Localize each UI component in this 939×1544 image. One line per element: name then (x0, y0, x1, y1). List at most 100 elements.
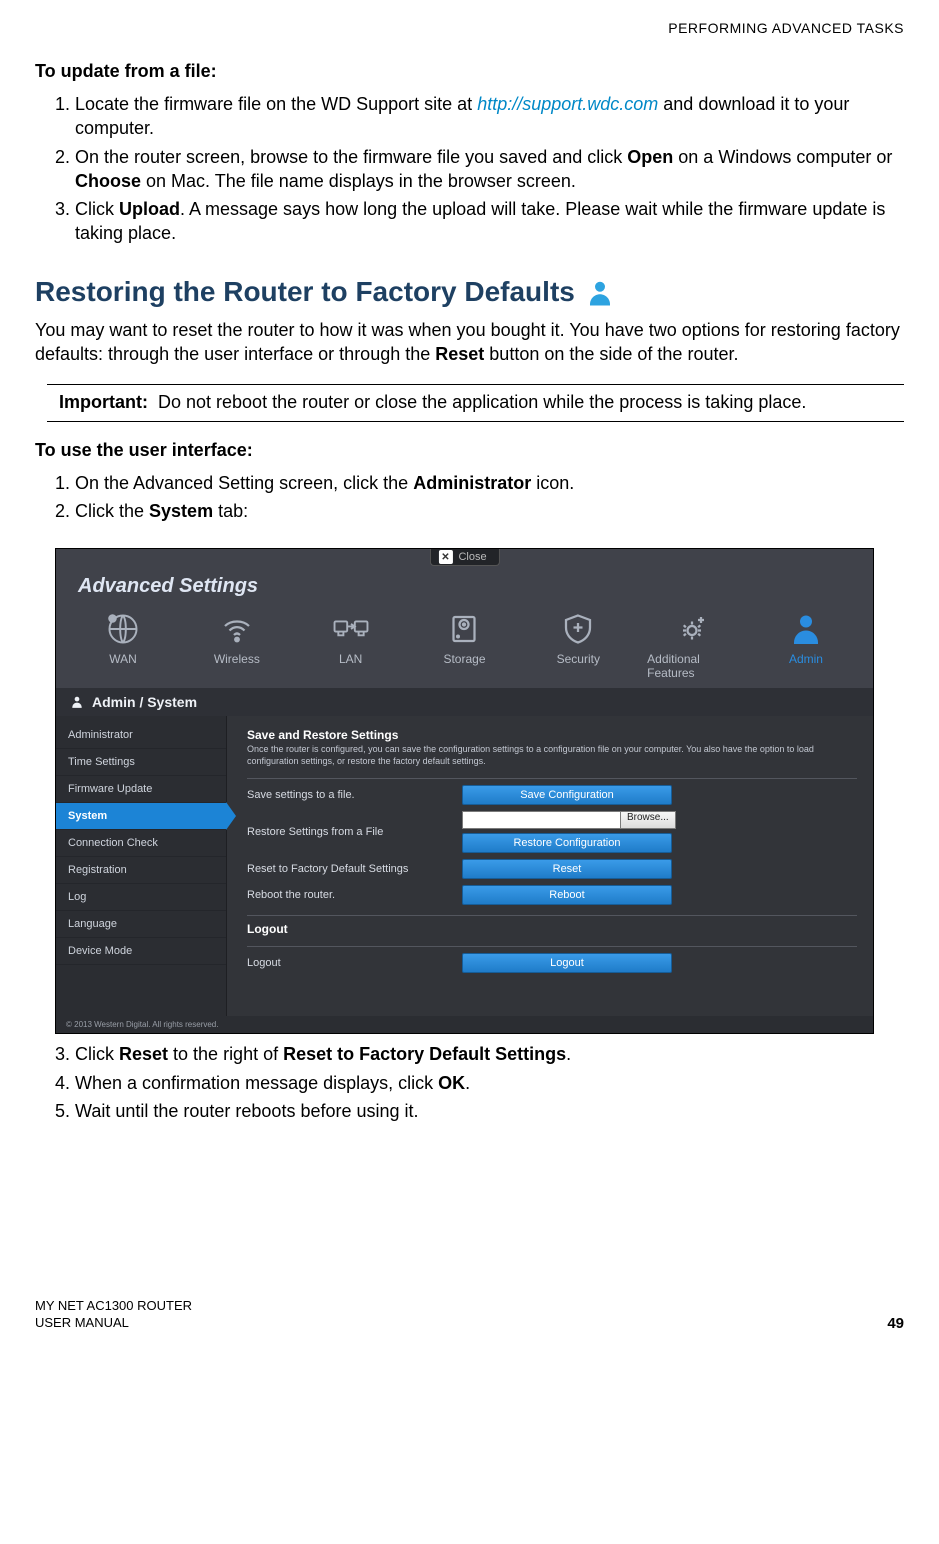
admin-main-panel: Save and Restore Settings Once the route… (227, 716, 873, 1016)
important-label: Important: (59, 391, 148, 414)
logout-label: Logout (247, 957, 462, 969)
page-number: 49 (887, 1315, 904, 1332)
logout-title: Logout (247, 922, 857, 936)
sidebar-item-connection-check[interactable]: Connection Check (56, 830, 226, 857)
browse-button[interactable]: Browse... (620, 811, 676, 829)
ui-step-4-b: OK (438, 1073, 465, 1093)
screenshot-copyright: © 2013 Western Digital. All rights reser… (56, 1016, 873, 1033)
step-2-e: on Mac. The file name displays in the br… (141, 171, 576, 191)
ui-step-5: Wait until the router reboots before usi… (75, 1099, 904, 1123)
step-3: Click Upload. A message says how long th… (75, 197, 904, 246)
nav-lan-label: LAN (339, 652, 362, 666)
use-ui-steps-pre: On the Advanced Setting screen, click th… (37, 471, 904, 524)
use-ui-steps-post: Click Reset to the right of Reset to Fac… (37, 1042, 904, 1123)
nav-wan[interactable]: WAN (78, 610, 168, 680)
restore-intro: You may want to reset the router to how … (35, 318, 904, 367)
reboot-button[interactable]: Reboot (462, 885, 672, 905)
ui-step-3: Click Reset to the right of Reset to Fac… (75, 1042, 904, 1066)
close-icon[interactable]: ✕ (438, 550, 452, 564)
ui-step-4: When a confirmation message displays, cl… (75, 1071, 904, 1095)
support-link[interactable]: http://support.wdc.com (477, 94, 658, 114)
sidebar-item-system[interactable]: System (56, 803, 226, 830)
nav-storage-label: Storage (443, 652, 485, 666)
nav-security[interactable]: Security (533, 610, 623, 680)
screenshot-title: Advanced Settings (56, 567, 873, 610)
sidebar-item-device-mode[interactable]: Device Mode (56, 938, 226, 965)
wifi-icon (218, 610, 256, 648)
restore-intro-b: Reset (435, 344, 484, 364)
restore-file-input[interactable] (462, 811, 620, 829)
reset-button[interactable]: Reset (462, 859, 672, 879)
router-ui-screenshot: ✕ Close Advanced Settings WAN Wireless L… (55, 548, 874, 1034)
page-section-header: PERFORMING ADVANCED TASKS (35, 20, 904, 36)
step-2: On the router screen, browse to the firm… (75, 145, 904, 194)
ui-step-3-d: Reset to Factory Default Settings (283, 1044, 566, 1064)
ui-step-4-a: When a confirmation message displays, cl… (75, 1073, 438, 1093)
ui-step-2-c: tab: (213, 501, 248, 521)
sidebar-item-firmware[interactable]: Firmware Update (56, 776, 226, 803)
save-configuration-button[interactable]: Save Configuration (462, 785, 672, 805)
globe-gear-icon (104, 610, 142, 648)
reboot-label: Reboot the router. (247, 889, 462, 901)
close-tab[interactable]: ✕ Close (429, 549, 499, 566)
sidebar-item-log[interactable]: Log (56, 884, 226, 911)
nav-security-label: Security (557, 652, 600, 666)
ui-step-1-b: Administrator (413, 473, 531, 493)
sidebar-item-language[interactable]: Language (56, 911, 226, 938)
ui-step-2-a: Click the (75, 501, 149, 521)
step-2-b: Open (627, 147, 673, 167)
logout-button[interactable]: Logout (462, 953, 672, 973)
breadcrumb: Admin / System (56, 688, 873, 716)
gear-plus-icon (673, 610, 711, 648)
ui-step-3-b: Reset (119, 1044, 168, 1064)
ui-step-3-a: Click (75, 1044, 119, 1064)
restore-defaults-heading: Restoring the Router to Factory Defaults (35, 276, 575, 308)
close-label: Close (458, 551, 486, 563)
important-text: Do not reboot the router or close the ap… (158, 391, 806, 414)
top-nav: WAN Wireless LAN Storage Security Additi… (56, 610, 873, 688)
nav-storage[interactable]: Storage (419, 610, 509, 680)
sidebar-item-administrator[interactable]: Administrator (56, 722, 226, 749)
nav-admin[interactable]: Admin (761, 610, 851, 680)
step-1: Locate the firmware file on the WD Suppo… (75, 92, 904, 141)
screenshot-topbar: ✕ Close (56, 549, 873, 567)
nav-wireless-label: Wireless (214, 652, 260, 666)
nav-wan-label: WAN (109, 652, 137, 666)
nav-additional[interactable]: Additional Features (647, 610, 737, 680)
ui-step-1: On the Advanced Setting screen, click th… (75, 471, 904, 495)
step-3-a: Click (75, 199, 119, 219)
step-1-text-a: Locate the firmware file on the WD Suppo… (75, 94, 477, 114)
breadcrumb-text: Admin / System (92, 694, 197, 710)
step-2-d: Choose (75, 171, 141, 191)
footer-product: MY NET AC1300 ROUTER USER MANUAL (35, 1298, 192, 1332)
nav-additional-label: Additional Features (647, 652, 737, 680)
save-settings-label: Save settings to a file. (247, 789, 462, 801)
ui-step-3-c: to the right of (168, 1044, 283, 1064)
step-3-b: Upload (119, 199, 180, 219)
ui-step-2: Click the System tab: (75, 499, 904, 523)
nav-lan[interactable]: LAN (306, 610, 396, 680)
admin-icon (787, 610, 825, 648)
admin-person-icon (585, 278, 615, 308)
ui-step-3-e: . (566, 1044, 571, 1064)
update-file-steps: Locate the firmware file on the WD Suppo… (37, 92, 904, 246)
important-note: Important: Do not reboot the router or c… (47, 384, 904, 421)
save-restore-desc: Once the router is configured, you can s… (247, 744, 857, 767)
nav-wireless[interactable]: Wireless (192, 610, 282, 680)
ui-step-1-a: On the Advanced Setting screen, click th… (75, 473, 413, 493)
footer-line1: MY NET AC1300 ROUTER (35, 1298, 192, 1315)
storage-icon (445, 610, 483, 648)
sidebar-item-time[interactable]: Time Settings (56, 749, 226, 776)
footer-line2: USER MANUAL (35, 1315, 192, 1332)
ui-step-2-b: System (149, 501, 213, 521)
admin-sidebar: Administrator Time Settings Firmware Upd… (56, 716, 227, 1016)
shield-plus-icon (559, 610, 597, 648)
step-2-c: on a Windows computer or (673, 147, 892, 167)
nav-admin-label: Admin (789, 652, 823, 666)
ui-step-4-c: . (465, 1073, 470, 1093)
ui-step-1-c: icon. (531, 473, 574, 493)
step-3-c: . A message says how long the upload wil… (75, 199, 885, 243)
restore-intro-c: button on the side of the router. (484, 344, 738, 364)
sidebar-item-registration[interactable]: Registration (56, 857, 226, 884)
restore-configuration-button[interactable]: Restore Configuration (462, 833, 672, 853)
